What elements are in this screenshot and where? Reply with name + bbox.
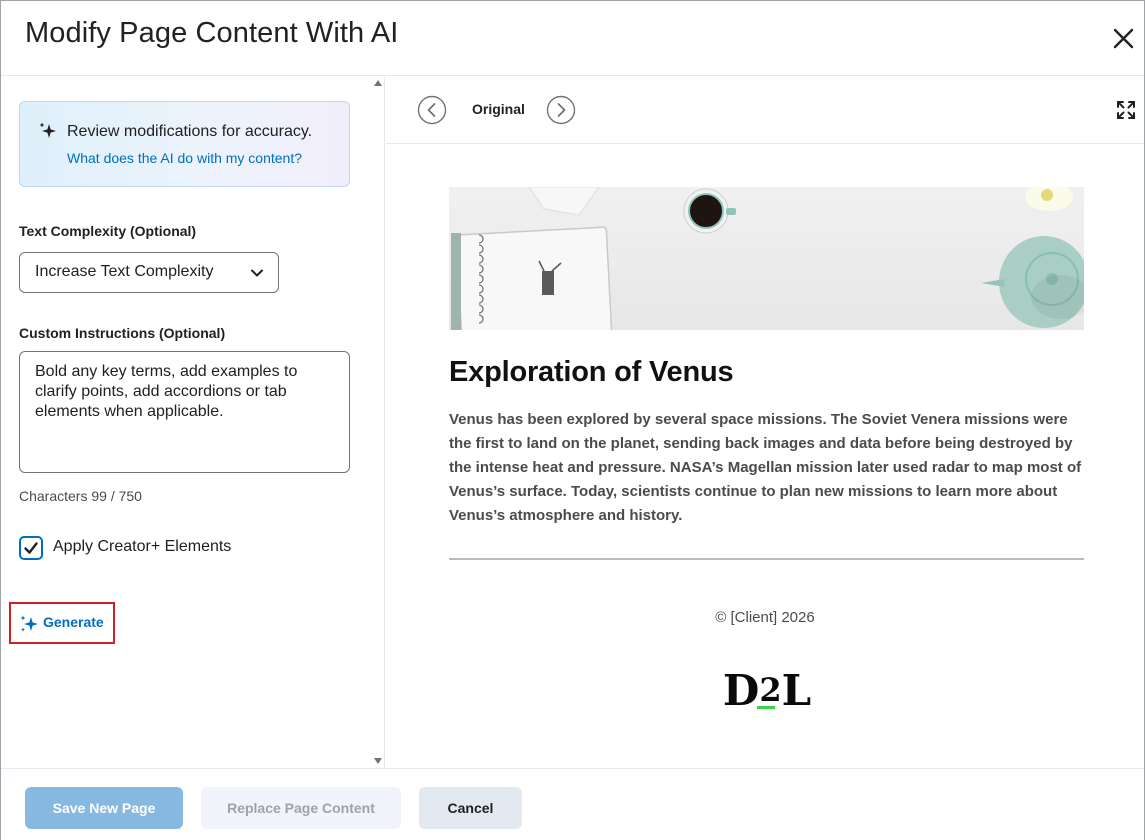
content-divider [449,558,1084,560]
dialog-footer: Save New Page Replace Page Content Cance… [1,768,1144,840]
preview-panel: Original Exploration of Venus Venus has … [386,77,1144,768]
info-message: Review modifications for accuracy. [67,123,313,140]
ai-info-banner: Review modifications for accuracy. What … [19,101,350,187]
chevron-down-icon [251,269,263,277]
settings-panel[interactable]: Review modifications for accuracy. What … [1,77,385,768]
generate-label: Generate [43,614,104,630]
text-complexity-select[interactable]: Increase Text Complexity [19,252,279,293]
sparkle-icon [39,122,56,138]
custom-instructions-input[interactable]: Bold any key terms, add examples to clar… [19,351,350,473]
version-label: Original [472,101,525,117]
sparkle-icon [20,615,38,632]
copyright-text: © [Client] 2026 [715,609,815,626]
close-icon [1113,28,1134,49]
scroll-down-arrow-icon[interactable] [373,757,383,765]
replace-page-content-button[interactable]: Replace Page Content [201,787,401,829]
custom-instructions-label: Custom Instructions (Optional) [19,325,226,341]
hero-image [449,187,1084,330]
character-count: Characters 99 / 750 [19,488,142,504]
preview-toolbar: Original [386,77,1144,144]
d2l-logo: D2L [723,666,811,715]
cancel-button[interactable]: Cancel [419,787,522,829]
text-complexity-value: Increase Text Complexity [35,263,214,280]
apply-creator-checkbox[interactable] [19,536,43,560]
apply-creator-label[interactable]: Apply Creator+ Elements [53,538,231,556]
desk-photo-image [451,187,1084,330]
dialog-title: Modify Page Content With AI [25,17,399,49]
previous-version-button[interactable] [417,95,447,125]
close-button[interactable] [1109,23,1139,53]
text-complexity-label: Text Complexity (Optional) [19,223,197,239]
generate-button[interactable]: Generate [9,602,115,644]
next-version-button[interactable] [546,95,576,125]
ai-info-link[interactable]: What does the AI do with my content? [67,150,302,166]
content-body: Venus has been explored by several space… [449,411,1082,524]
modify-page-dialog: Modify Page Content With AI Review modif… [0,0,1145,840]
dialog-header: Modify Page Content With AI [1,1,1144,76]
scroll-up-arrow-icon[interactable] [373,79,383,87]
save-new-page-button[interactable]: Save New Page [25,787,183,829]
fullscreen-icon[interactable] [1116,100,1136,120]
content-title: Exploration of Venus [449,356,734,388]
checkmark-icon [24,542,38,554]
